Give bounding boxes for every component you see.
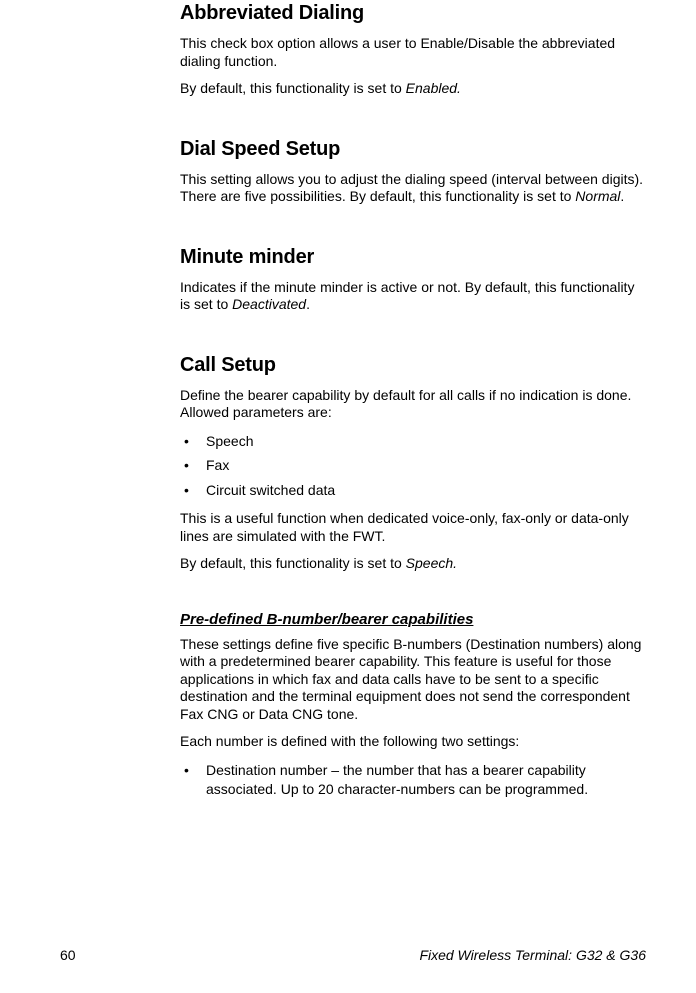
paragraph: This setting allows you to adjust the di… [180, 171, 646, 206]
paragraph: Define the bearer capability by default … [180, 387, 646, 422]
paragraph: By default, this functionality is set to… [180, 80, 646, 98]
emphasis: Deactivated [232, 296, 306, 312]
emphasis: Normal [575, 188, 620, 204]
paragraph: This is a useful function when dedicated… [180, 510, 646, 545]
bullet-list: Speech Fax Circuit switched data [180, 432, 646, 501]
text-run: By default, this functionality is set to [180, 555, 406, 571]
emphasis: Speech. [406, 555, 457, 571]
bullet-list: Destination number – the number that has… [180, 761, 646, 799]
paragraph: These settings define five specific B-nu… [180, 636, 646, 724]
subheading-predefined-bnumber: Pre-defined B-number/bearer capabilities [180, 611, 646, 628]
list-item: Fax [180, 456, 646, 475]
page-number: 60 [60, 947, 76, 963]
text-run: By default, this functionality is set to [180, 80, 406, 96]
paragraph: Indicates if the minute minder is active… [180, 279, 646, 314]
content-area: Abbreviated Dialing This check box optio… [180, 0, 646, 798]
paragraph: This check box option allows a user to E… [180, 35, 646, 70]
footer-title: Fixed Wireless Terminal: G32 & G36 [419, 947, 646, 963]
text-run: . [620, 188, 624, 204]
list-item: Circuit switched data [180, 481, 646, 500]
list-item: Destination number – the number that has… [180, 761, 646, 799]
heading-minute-minder: Minute minder [180, 246, 646, 269]
heading-dial-speed-setup: Dial Speed Setup [180, 138, 646, 161]
paragraph: By default, this functionality is set to… [180, 555, 646, 573]
heading-abbreviated-dialing: Abbreviated Dialing [180, 2, 646, 25]
list-item: Speech [180, 432, 646, 451]
emphasis: Enabled. [406, 80, 461, 96]
page-footer: 60 Fixed Wireless Terminal: G32 & G36 [0, 947, 696, 963]
page: Abbreviated Dialing This check box optio… [0, 0, 696, 993]
text-run: . [306, 296, 310, 312]
heading-call-setup: Call Setup [180, 354, 646, 377]
text-run: This setting allows you to adjust the di… [180, 171, 643, 205]
paragraph: Each number is defined with the followin… [180, 733, 646, 751]
